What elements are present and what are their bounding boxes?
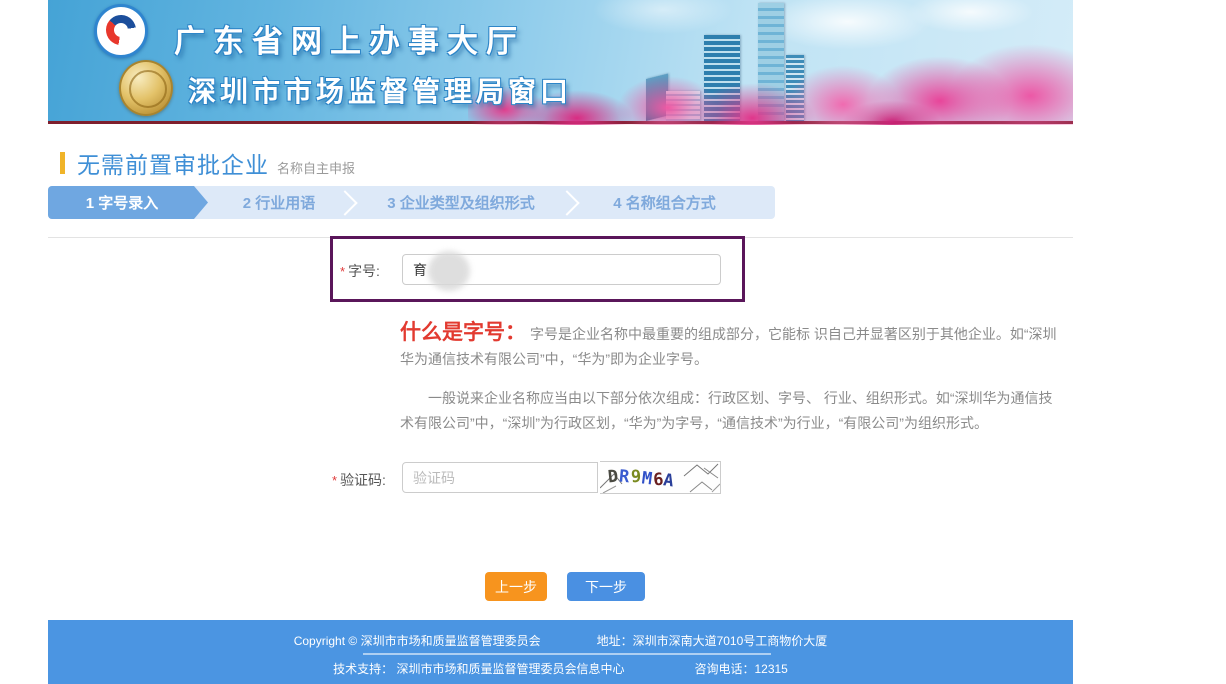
- page: 广东省网上办事大厅 深圳市市场监督管理局窗口 无需前置审批企业 名称自主申报 1…: [0, 0, 1226, 684]
- shenzhen-seal-logo-icon: [119, 60, 173, 116]
- next-step-button[interactable]: 下一步: [567, 572, 645, 601]
- captcha-input[interactable]: [402, 462, 598, 493]
- help-paragraph-2: 一般说来企业名称应当由以下部分依次组成：行政区划、字号、 行业、组织形式。如“深…: [400, 386, 1062, 436]
- guangdong-portal-logo-icon: [94, 4, 148, 58]
- captcha-text: DR9M6A: [608, 467, 676, 487]
- footer-copyright: Copyright © 深圳市市场和质量监督管理委员会: [294, 632, 541, 649]
- footer-divider: [363, 653, 771, 655]
- required-asterisk: *: [340, 264, 345, 279]
- banner-title-line1: 广东省网上办事大厅: [174, 16, 525, 61]
- page-footer: Copyright © 深圳市市场和质量监督管理委员会 地址：深圳市深南大道70…: [48, 620, 1073, 684]
- page-title: 无需前置审批企业: [77, 146, 269, 180]
- required-asterisk: *: [332, 473, 337, 488]
- section-divider: [48, 237, 1073, 238]
- tab-step3-leixing[interactable]: 3 企业类型及组织形式: [350, 186, 572, 219]
- footer-address: 地址：深圳市深南大道7010号工商物价大厦: [597, 632, 828, 649]
- help-heading: 什么是字号：: [400, 321, 526, 344]
- tab-step4-zuhe[interactable]: 4 名称组合方式: [572, 186, 757, 219]
- zihao-label: 字号:: [348, 263, 380, 279]
- page-subtitle: 名称自主申报: [277, 158, 355, 177]
- captcha-label: 验证码:: [340, 472, 386, 488]
- title-accent-bar: [60, 152, 65, 174]
- tab-step1-zihao[interactable]: 1 字号录入: [48, 186, 208, 219]
- footer-phone: 咨询电话：12315: [694, 660, 787, 677]
- footer-tech-support: 技术支持： 深圳市市场和质量监督管理委员会信息中心: [333, 660, 624, 677]
- previous-step-button[interactable]: 上一步: [485, 572, 547, 601]
- redaction-blur-overlay: [428, 251, 470, 291]
- page-title-bar: 无需前置审批企业 名称自主申报: [60, 146, 355, 180]
- step-tabs: 1 字号录入 2 行业用语 3 企业类型及组织形式 4 名称组合方式: [48, 186, 775, 219]
- tab-step2-hangye[interactable]: 2 行业用语: [208, 186, 350, 219]
- captcha-image[interactable]: DR9M6A: [600, 461, 721, 494]
- zihao-field-row: *字号:: [340, 261, 380, 281]
- site-banner: 广东省网上办事大厅 深圳市市场监督管理局窗口: [48, 0, 1073, 124]
- captcha-field-row: *验证码:: [332, 470, 386, 490]
- banner-title-line2: 深圳市市场监督管理局窗口: [188, 70, 572, 110]
- help-text-block: 什么是字号：字号是企业名称中最重要的组成部分，它能标 识自己并显著区别于其他企业…: [400, 320, 1062, 436]
